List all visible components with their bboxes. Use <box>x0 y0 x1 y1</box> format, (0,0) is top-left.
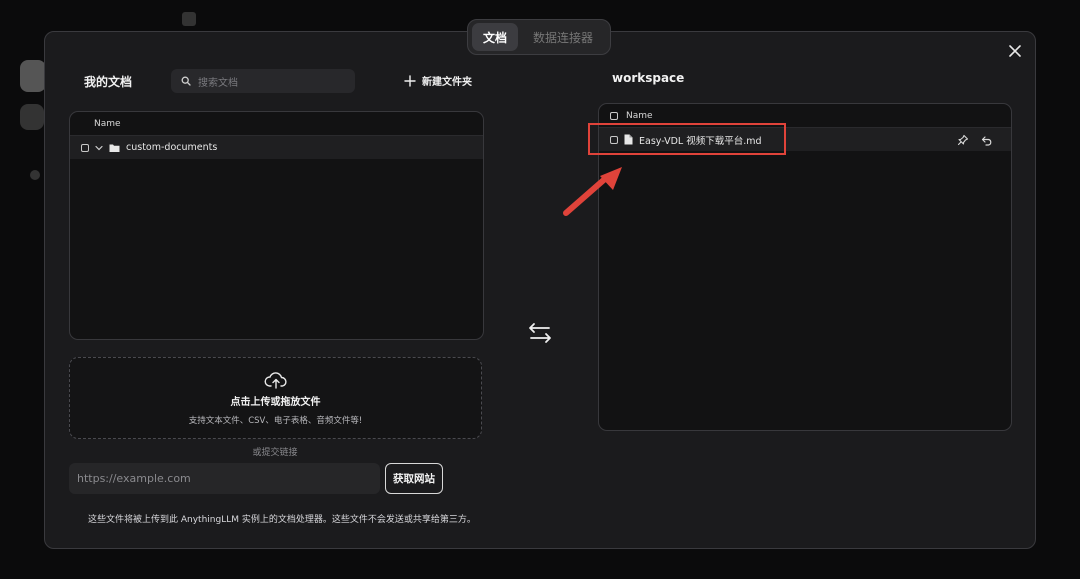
new-folder-button[interactable]: 新建文件夹 <box>404 73 472 88</box>
table-header: Name <box>70 112 483 136</box>
tab-bar: 文档 数据连接器 <box>467 19 611 55</box>
or-submit-link-label: 或提交链接 <box>252 448 298 458</box>
select-all-checkbox[interactable] <box>610 111 618 120</box>
column-header-name: Name <box>94 118 121 129</box>
background-app-block <box>20 104 44 130</box>
folder-name: custom-documents <box>126 142 218 153</box>
background-app-block <box>182 12 196 26</box>
privacy-footnote: 这些文件将被上传到此 AnythingLLM 实例上的文档处理器。这些文件不会发… <box>88 515 476 525</box>
annotation-highlight-box <box>588 123 786 155</box>
column-header-name: Name <box>626 110 653 121</box>
fetch-website-button[interactable]: 获取网站 <box>385 463 443 494</box>
search-icon <box>181 76 191 86</box>
row-checkbox[interactable] <box>81 143 89 152</box>
folder-row[interactable]: custom-documents <box>70 136 483 159</box>
url-placeholder: https://example.com <box>77 472 191 485</box>
background-app-block <box>20 60 46 92</box>
background-app-block <box>30 170 40 180</box>
tab-data-connectors[interactable]: 数据连接器 <box>520 23 606 51</box>
search-input[interactable]: 搜索文档 <box>171 69 355 93</box>
close-icon[interactable] <box>1006 42 1024 60</box>
chevron-down-icon[interactable] <box>94 143 104 153</box>
tab-documents[interactable]: 文档 <box>472 23 518 51</box>
pin-icon[interactable] <box>957 134 969 146</box>
my-documents-title: 我的文档 <box>84 75 133 89</box>
plus-icon <box>404 74 416 87</box>
undo-icon[interactable] <box>981 134 993 146</box>
upload-title: 点击上传或拖放文件 <box>230 396 321 408</box>
upload-cloud-icon <box>264 371 287 389</box>
workspace-title: workspace <box>612 71 685 85</box>
folder-icon <box>109 144 120 152</box>
annotation-arrow <box>563 167 622 216</box>
new-folder-label: 新建文件夹 <box>422 77 472 88</box>
my-documents-list: Name custom-documents <box>69 111 484 340</box>
upload-dropzone[interactable]: 点击上传或拖放文件 支持文本文件、CSV、电子表格、音频文件等! <box>69 357 482 439</box>
search-placeholder: 搜索文档 <box>198 77 238 89</box>
upload-subtitle: 支持文本文件、CSV、电子表格、音频文件等! <box>188 415 363 426</box>
url-input[interactable]: https://example.com <box>69 463 380 494</box>
swap-arrows-icon[interactable] <box>527 320 553 346</box>
